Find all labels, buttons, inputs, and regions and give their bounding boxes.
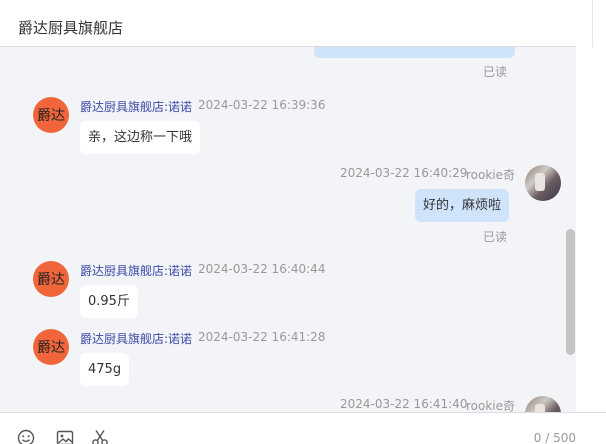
shop-title: 爵达厨具旗舰店 — [18, 19, 124, 37]
sender-name: 爵达厨具旗舰店:诺诺 — [80, 332, 193, 346]
chat-history[interactable]: 已读 爵达 爵达厨具旗舰店:诺诺 2024-03-22 16:39:36 亲，这… — [0, 47, 592, 412]
message-time: 2024-03-22 16:40:29 — [340, 166, 468, 180]
sender-name: 爵达厨具旗舰店:诺诺 — [80, 100, 193, 114]
message-time: 2024-03-22 16:41:40 — [340, 397, 468, 411]
user-avatar[interactable] — [525, 396, 561, 412]
shop-avatar[interactable]: 爵达 — [33, 97, 69, 133]
chat-scrollbar[interactable] — [566, 229, 575, 355]
previous-message-bubble — [314, 47, 515, 58]
read-status: 已读 — [483, 65, 508, 79]
shop-avatar[interactable]: 爵达 — [33, 329, 69, 365]
message-bubble: 475g — [80, 353, 130, 386]
user-name: rookie奇 — [466, 399, 516, 412]
read-status: 已读 — [483, 230, 508, 244]
user-avatar[interactable] — [525, 165, 561, 201]
emoji-icon[interactable] — [17, 429, 35, 444]
character-counter: 0 / 500 — [533, 431, 576, 444]
header-side-panel — [592, 0, 606, 47]
shop-avatar[interactable]: 爵达 — [33, 261, 69, 297]
input-toolbar: 0 / 500 — [0, 412, 606, 444]
image-icon[interactable] — [56, 429, 74, 444]
chat-side-gap — [576, 47, 606, 412]
message-bubble: 0.95斤 — [80, 285, 138, 318]
message-time: 2024-03-22 16:40:44 — [198, 262, 326, 276]
chat-header: 爵达厨具旗舰店 — [0, 0, 576, 47]
my-message-bubble: 好的，麻烦啦 — [415, 189, 510, 222]
message-bubble: 亲，这边称一下哦 — [80, 121, 201, 154]
message-time: 2024-03-22 16:41:28 — [198, 330, 326, 344]
user-name: rookie奇 — [466, 168, 516, 182]
scissors-icon[interactable] — [91, 429, 109, 444]
message-time: 2024-03-22 16:39:36 — [198, 98, 326, 112]
sender-name: 爵达厨具旗舰店:诺诺 — [80, 264, 193, 278]
